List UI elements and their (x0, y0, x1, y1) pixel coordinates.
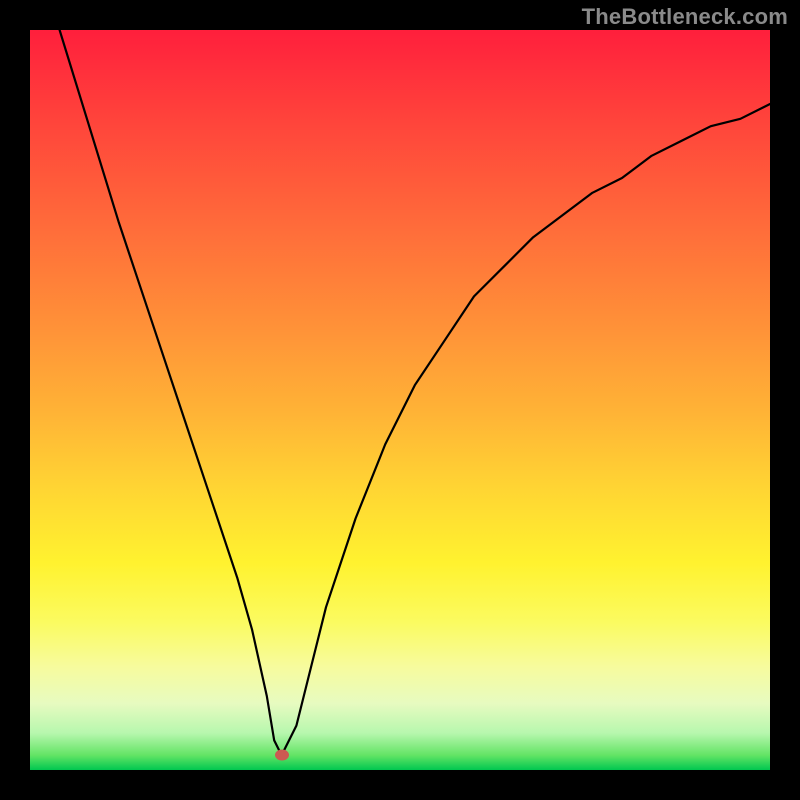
plot-area (30, 30, 770, 770)
chart-frame: TheBottleneck.com (0, 0, 800, 800)
min-marker (275, 750, 289, 761)
bottleneck-curve (60, 30, 770, 755)
curve-svg (30, 30, 770, 770)
watermark-text: TheBottleneck.com (582, 4, 788, 30)
